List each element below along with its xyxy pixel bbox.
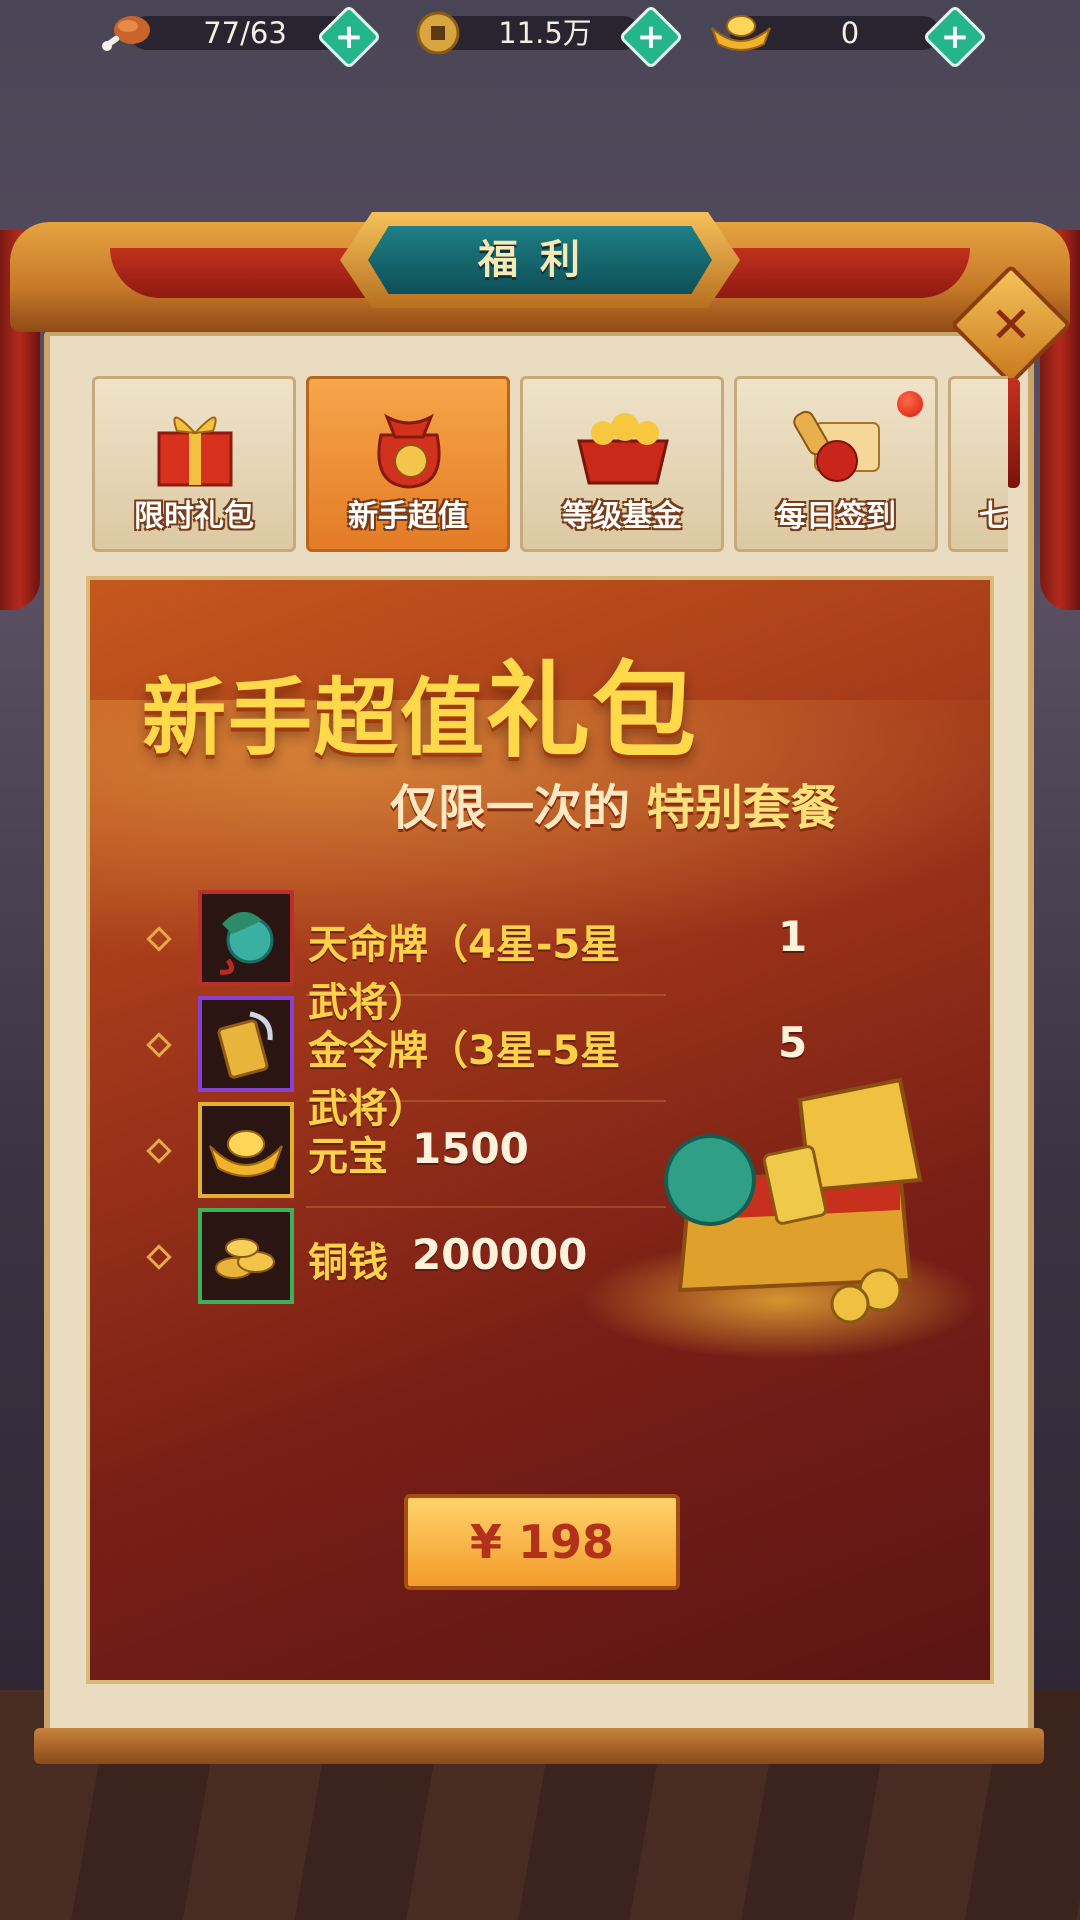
tassel-decoration (1006, 378, 1020, 488)
coins-value: 11.5万 (498, 16, 592, 50)
tab-partial[interactable]: 七 (948, 376, 1008, 552)
reward-item: 元宝 1500 (90, 1102, 666, 1208)
pack-subtitle: 仅限一次的 特别套餐 (390, 768, 839, 838)
item-qty: 1500 (412, 1124, 529, 1173)
diamond-bullet-icon (146, 1244, 172, 1270)
add-stamina-button[interactable]: + (316, 4, 382, 70)
add-ingot-button[interactable]: + (922, 4, 988, 70)
pack-subtitle-part1: 仅限一次的 (390, 780, 631, 836)
coins-icon[interactable] (198, 1208, 294, 1304)
pack-subtitle-part2: 特别套餐 (646, 780, 839, 836)
tab-level-fund[interactable]: 等级基金 (520, 376, 724, 552)
diamond-bullet-icon (146, 926, 172, 952)
resource-bar: 77/63 + 11.5万 + 0 + (0, 4, 1080, 70)
panel-base (34, 1728, 1044, 1764)
gift-box-icon (137, 395, 253, 491)
stamina-value: 77/63 (203, 16, 287, 50)
pack-title-part1: 新手超值 (142, 669, 487, 767)
tab-limited-gift[interactable]: 限时礼包 (92, 376, 296, 552)
notification-badge (895, 389, 925, 419)
diamond-bullet-icon (146, 1138, 172, 1164)
gold-ingot-icon (706, 10, 771, 56)
gold-token-icon[interactable] (198, 996, 294, 1092)
yuanbao-icon[interactable] (198, 1102, 294, 1198)
tab-label: 等级基金 (562, 499, 682, 534)
pack-title-part2: 礼包 (486, 650, 699, 772)
scroll-seal-icon (779, 395, 895, 491)
treasure-basin-icon (565, 395, 681, 491)
ingot-value: 0 (840, 16, 860, 50)
pack-content: 新手超值礼包 仅限一次的 特别套餐 天命牌（4星-5星武将） 1 金令牌（3星-… (86, 576, 994, 1684)
reward-item: 金令牌（3星-5星武将） 5 (90, 996, 807, 1132)
item-name: 铜钱 (308, 1240, 388, 1286)
tab-label: 新手超值 (348, 499, 468, 534)
tab-daily-checkin[interactable]: 每日签到 (734, 376, 938, 552)
diamond-bullet-icon (146, 1032, 172, 1058)
pack-title: 新手超值礼包 (142, 626, 698, 777)
copper-coin-icon (408, 10, 468, 56)
buy-button[interactable]: ¥ 198 (404, 1494, 680, 1590)
item-qty: 200000 (412, 1230, 588, 1279)
tab-label: 七 (979, 499, 1008, 534)
lucky-bag-icon (351, 395, 467, 491)
item-qty: 1 (778, 912, 808, 961)
item-name: 元宝 (308, 1134, 388, 1180)
meat-icon (98, 10, 158, 56)
panel-title: 福利 (368, 226, 712, 294)
tab-bar: 限时礼包 新手超值 等级基金 每日签到 七 (92, 372, 1008, 558)
close-icon: ✕ (990, 296, 1032, 354)
tab-newbie-value[interactable]: 新手超值 (306, 376, 510, 552)
jade-fish-token-icon[interactable] (198, 890, 294, 986)
treasure-chest-icon (650, 1060, 940, 1340)
reward-item: 铜钱 200000 (90, 1208, 650, 1308)
tab-label: 每日签到 (776, 499, 896, 534)
tab-label: 限时礼包 (134, 499, 254, 534)
add-coins-button[interactable]: + (618, 4, 684, 70)
reward-item: 天命牌（4星-5星武将） 1 (90, 890, 807, 1026)
